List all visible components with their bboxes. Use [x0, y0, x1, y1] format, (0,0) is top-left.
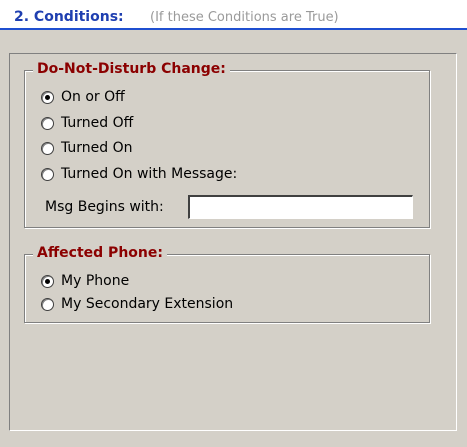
- radio-on-or-off-label: On or Off: [61, 89, 125, 105]
- msg-begins-input[interactable]: [188, 195, 413, 219]
- section-hint: (If these Conditions are True): [150, 10, 339, 25]
- radio-my-secondary-extension[interactable]: My Secondary Extension: [41, 295, 233, 313]
- radio-turned-off-label: Turned Off: [61, 115, 134, 131]
- radio-turned-off-indicator[interactable]: [41, 116, 54, 130]
- conditions-header: 2. Conditions: (If these Conditions are …: [0, 0, 467, 30]
- radio-my-secondary-extension-indicator[interactable]: [41, 297, 54, 311]
- radio-turned-on-with-message-indicator[interactable]: [41, 167, 54, 181]
- radio-my-phone-label: My Phone: [61, 273, 130, 289]
- radio-turned-on-with-message[interactable]: Turned On with Message:: [41, 165, 237, 183]
- radio-my-phone[interactable]: My Phone: [41, 272, 129, 290]
- section-title: 2. Conditions:: [14, 9, 124, 25]
- msg-begins-label: Msg Begins with:: [45, 199, 164, 215]
- radio-on-or-off-indicator[interactable]: [41, 90, 54, 104]
- dnd-change-title: Do-Not-Disturb Change:: [33, 61, 230, 77]
- radio-my-secondary-extension-label: My Secondary Extension: [61, 296, 234, 312]
- radio-turned-off[interactable]: Turned Off: [41, 114, 133, 132]
- affected-phone-title: Affected Phone:: [33, 245, 167, 261]
- radio-turned-on[interactable]: Turned On: [41, 139, 133, 157]
- radio-on-or-off[interactable]: On or Off: [41, 88, 125, 106]
- radio-my-phone-indicator[interactable]: [41, 274, 54, 288]
- radio-turned-on-indicator[interactable]: [41, 141, 54, 155]
- radio-turned-on-label: Turned On: [61, 140, 133, 156]
- radio-turned-on-with-message-label: Turned On with Message:: [61, 166, 238, 182]
